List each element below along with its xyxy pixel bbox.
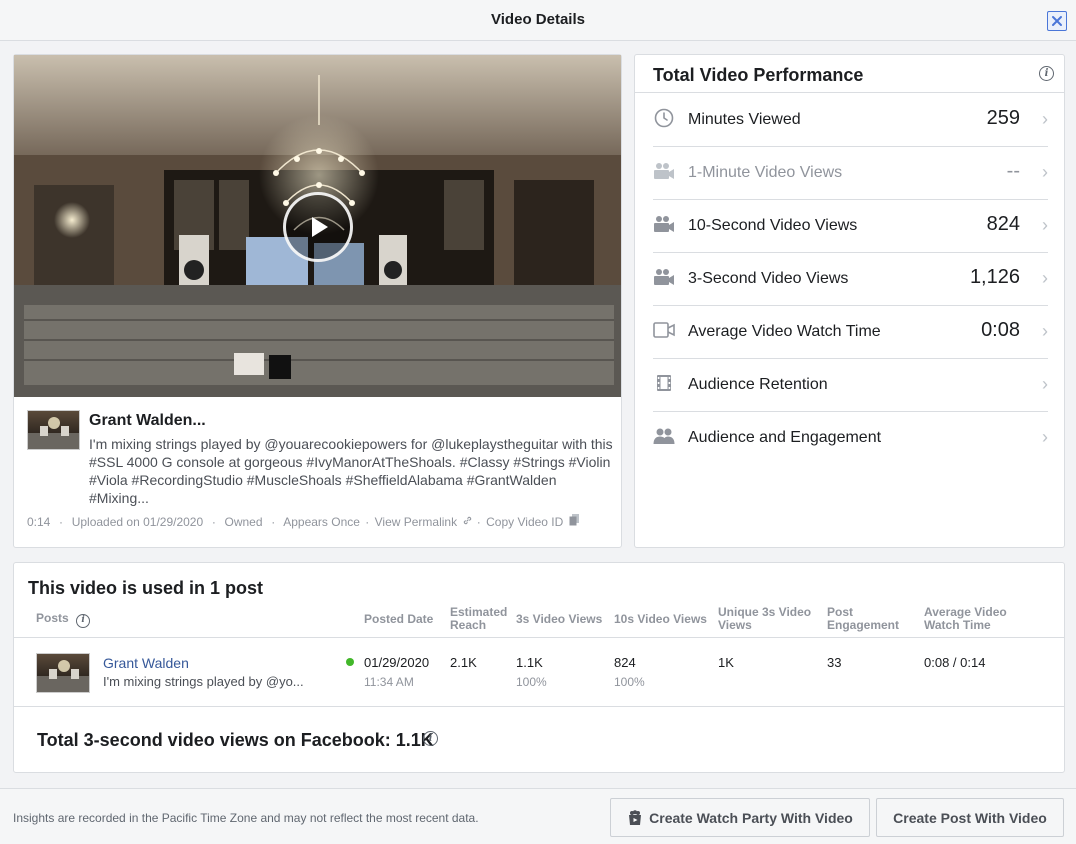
appears-count: Appears Once	[283, 515, 360, 529]
video-icon	[653, 319, 675, 341]
video-camera-icon	[653, 160, 675, 182]
metric-label: Average Video Watch Time	[688, 323, 881, 340]
metric-audience-retention[interactable]: Audience Retention ›	[653, 359, 1048, 412]
header-estimated-reach[interactable]: Estimated Reach	[450, 606, 507, 632]
footer-note: Insights are recorded in the Pacific Tim…	[13, 811, 479, 825]
link-icon	[464, 516, 472, 525]
metric-3-second-views[interactable]: 3-Second Video Views 1,126 ›	[653, 253, 1048, 306]
chevron-right-icon: ›	[1042, 427, 1048, 447]
post-thumbnail	[27, 410, 80, 450]
info-icon[interactable]: i	[423, 731, 438, 746]
video-player[interactable]	[14, 55, 621, 397]
upload-date: Uploaded on 01/29/2020	[71, 515, 204, 529]
metric-audience-engagement[interactable]: Audience and Engagement ›	[653, 412, 1048, 465]
chevron-right-icon: ›	[1042, 215, 1048, 235]
metric-label: Audience and Engagement	[688, 429, 882, 446]
post-caption: I'm mixing strings played by @youarecook…	[89, 436, 613, 506]
play-button[interactable]	[283, 192, 353, 262]
create-post-button[interactable]: Create Post With Video	[876, 798, 1064, 837]
cell-10s-views-pct: 100%	[614, 675, 645, 689]
modal-footer: Insights are recorded in the Pacific Tim…	[0, 788, 1076, 844]
play-icon	[312, 217, 328, 237]
posts-card: This video is used in 1 post Posts i Pos…	[13, 562, 1065, 773]
post-author[interactable]: Grant Walden...	[89, 412, 206, 430]
divider	[635, 92, 1064, 93]
watch-party-icon	[629, 809, 642, 825]
header-posted-date[interactable]: Posted Date	[364, 613, 433, 626]
modal-title: Video Details	[491, 11, 585, 28]
chevron-right-icon: ›	[1042, 374, 1048, 394]
view-permalink-link[interactable]: View Permalink	[375, 515, 457, 529]
metric-value: --	[1006, 160, 1020, 182]
metric-label: 10-Second Video Views	[688, 217, 858, 234]
post-name-link[interactable]: Grant Walden	[103, 655, 189, 671]
total-3s-views: Total 3-second video views on Facebook: …	[37, 730, 434, 750]
chevron-right-icon: ›	[1042, 268, 1048, 288]
cell-3s-views: 1.1K	[516, 655, 543, 670]
cell-reach: 2.1K	[450, 655, 477, 670]
copy-icon	[569, 514, 579, 526]
metric-label: 1-Minute Video Views	[688, 164, 843, 181]
metric-minutes-viewed[interactable]: Minutes Viewed 259 ›	[653, 94, 1048, 147]
cell-avg-watch: 0:08 / 0:14	[924, 655, 986, 670]
video-camera-icon	[653, 266, 675, 288]
film-icon	[653, 372, 675, 394]
metric-value: 824	[986, 213, 1020, 235]
chevron-right-icon: ›	[1042, 109, 1048, 129]
info-icon[interactable]: i	[76, 613, 91, 628]
header-10s-views[interactable]: 10s Video Views	[614, 613, 707, 626]
video-duration: 0:14	[27, 515, 51, 529]
close-icon	[1052, 16, 1062, 26]
video-card: Grant Walden... I'm mixing strings playe…	[13, 54, 622, 548]
divider	[14, 637, 1064, 638]
chevron-right-icon: ›	[1042, 321, 1048, 341]
copy-video-id-link[interactable]: Copy Video ID	[486, 515, 563, 529]
people-icon	[653, 425, 675, 447]
header-posts: Posts i	[36, 612, 91, 628]
metric-label: 3-Second Video Views	[688, 270, 849, 287]
header-avg-watch-time[interactable]: Average Video Watch Time	[924, 606, 1007, 632]
posts-title: This video is used in 1 post	[28, 578, 264, 598]
cell-3s-views-pct: 100%	[516, 675, 547, 689]
header-3s-views[interactable]: 3s Video Views	[516, 613, 602, 626]
metric-average-watch-time[interactable]: Average Video Watch Time 0:08 ›	[653, 306, 1048, 359]
performance-card: Total Video Performance i Minutes Viewed…	[634, 54, 1065, 548]
info-icon[interactable]: i	[1039, 66, 1054, 81]
metric-value: 0:08	[981, 319, 1020, 341]
create-watch-party-button[interactable]: Create Watch Party With Video	[610, 798, 870, 837]
video-meta: 0:14 · Uploaded on 01/29/2020 · Owned · …	[27, 514, 580, 529]
performance-title: Total Video Performance	[653, 65, 864, 85]
metric-label: Audience Retention	[688, 376, 828, 393]
cell-engagement: 33	[827, 655, 842, 670]
clock-icon	[653, 107, 675, 129]
cell-posted-time: 11:34 AM	[364, 675, 414, 689]
video-camera-icon	[653, 213, 675, 235]
modal-header: Video Details	[0, 0, 1076, 41]
ownership: Owned	[224, 515, 263, 529]
divider	[14, 706, 1064, 707]
cell-posted-date: 01/29/2020	[364, 655, 430, 670]
header-post-engagement[interactable]: Post Engagement	[827, 606, 899, 632]
row-thumbnail	[36, 653, 90, 693]
cell-unique-3s: 1K	[718, 655, 734, 670]
post-snippet: I'm mixing strings played by @yo...	[103, 674, 304, 689]
close-button[interactable]	[1047, 11, 1067, 31]
chevron-right-icon: ›	[1042, 162, 1048, 182]
header-unique-3s-views[interactable]: Unique 3s Video Views	[718, 606, 811, 632]
metric-1-minute-views[interactable]: 1-Minute Video Views -- ›	[653, 147, 1048, 200]
cell-10s-views: 824	[614, 655, 636, 670]
metric-value: 259	[986, 107, 1020, 129]
metric-10-second-views[interactable]: 10-Second Video Views 824 ›	[653, 200, 1048, 253]
active-status-dot	[346, 658, 354, 666]
metric-label: Minutes Viewed	[688, 111, 801, 128]
metric-value: 1,126	[969, 266, 1020, 288]
